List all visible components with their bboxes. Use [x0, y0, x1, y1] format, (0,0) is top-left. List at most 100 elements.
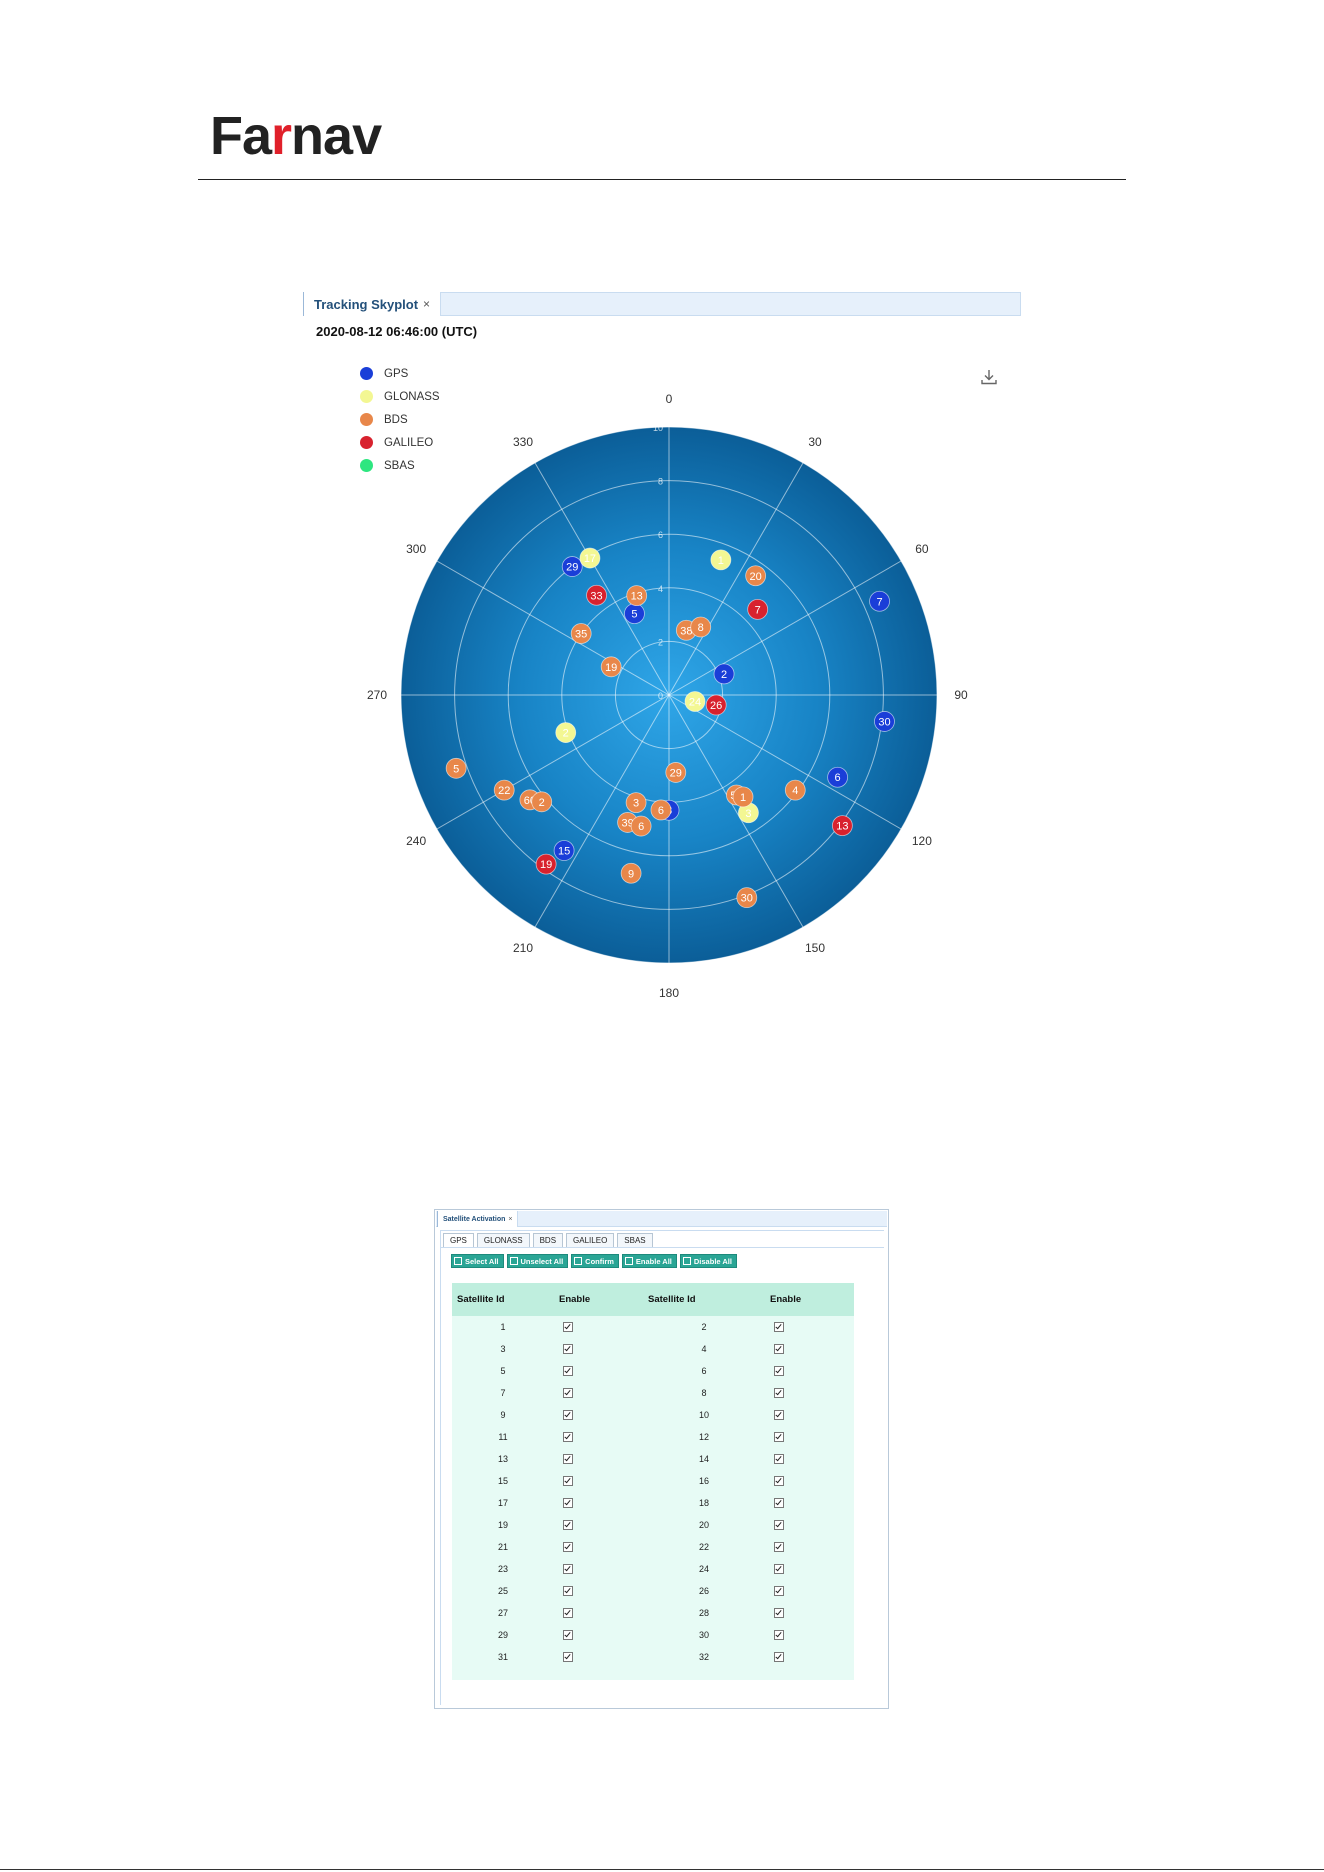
- button-icon: [509, 1257, 518, 1265]
- satellite-bds[interactable]: 1: [732, 786, 754, 808]
- satellite-bds[interactable]: 29: [665, 762, 687, 783]
- enable-checkbox[interactable]: [774, 1432, 784, 1443]
- table-row: 78: [452, 1382, 854, 1404]
- confirm-button[interactable]: Confirm: [571, 1254, 619, 1268]
- satellite-bds[interactable]: 13: [626, 585, 648, 606]
- enable-checkbox[interactable]: [563, 1432, 573, 1443]
- satellite-gps[interactable]: 30: [874, 711, 895, 732]
- enable-checkbox[interactable]: [563, 1520, 573, 1531]
- enable-checkbox[interactable]: [774, 1520, 784, 1531]
- disable-all-button[interactable]: Disable All: [679, 1254, 737, 1268]
- enable-checkbox[interactable]: [563, 1476, 573, 1487]
- satellite-bds[interactable]: 6: [650, 799, 672, 821]
- enable-checkbox[interactable]: [563, 1454, 573, 1465]
- satellite-bds[interactable]: 30: [736, 887, 758, 909]
- enable-checkbox[interactable]: [563, 1586, 573, 1597]
- skyplot-chart: 02468100306090120150180210240270300330 2…: [367, 392, 968, 1000]
- enable-checkbox[interactable]: [774, 1322, 784, 1333]
- enable-checkbox[interactable]: [774, 1586, 784, 1597]
- satellite-id-label: 26: [710, 700, 722, 712]
- satellite-bds[interactable]: 35: [570, 623, 592, 644]
- satellite-gps[interactable]: 5: [624, 603, 645, 624]
- satellite-bds[interactable]: 2: [531, 791, 553, 813]
- satellite-bds[interactable]: 6: [630, 815, 652, 837]
- enable-checkbox[interactable]: [774, 1630, 784, 1641]
- enable-checkbox[interactable]: [563, 1388, 573, 1399]
- enable-checkbox[interactable]: [563, 1564, 573, 1575]
- satellite-bds[interactable]: 19: [600, 656, 622, 678]
- satellite-galileo[interactable]: 33: [586, 584, 607, 606]
- satellite-id-cell: 2: [643, 1316, 765, 1338]
- satellite-id-label: 2: [539, 797, 545, 809]
- enable-checkbox[interactable]: [774, 1366, 784, 1377]
- tab-tracking-skyplot[interactable]: Tracking Skyplot ×: [303, 292, 442, 316]
- enable-checkbox[interactable]: [563, 1652, 573, 1663]
- satellite-id-cell: 26: [643, 1580, 765, 1602]
- satellite-galileo[interactable]: 26: [705, 694, 727, 716]
- enable-checkbox[interactable]: [563, 1322, 573, 1333]
- tab-glonass[interactable]: GLONASS: [476, 1233, 530, 1248]
- enable-checkbox[interactable]: [774, 1542, 784, 1553]
- enable-checkbox[interactable]: [774, 1564, 784, 1575]
- enable-cell: [554, 1360, 643, 1382]
- satellite-bds[interactable]: 22: [493, 779, 515, 801]
- enable-checkbox[interactable]: [774, 1608, 784, 1619]
- close-icon[interactable]: ×: [423, 297, 430, 311]
- select-all-button[interactable]: Select All: [451, 1254, 504, 1268]
- tab-galileo[interactable]: GALILEO: [566, 1233, 615, 1248]
- table-row: 23 24: [452, 1558, 854, 1580]
- satellite-bds[interactable]: 3: [625, 792, 647, 814]
- satellite-id-label: 17: [584, 553, 596, 565]
- satellite-galileo[interactable]: 13: [831, 815, 853, 837]
- satellite-gps[interactable]: 2: [713, 663, 735, 685]
- enable-checkbox[interactable]: [774, 1454, 784, 1465]
- enable-checkbox[interactable]: [774, 1498, 784, 1509]
- enable-checkbox[interactable]: [774, 1652, 784, 1663]
- table-spacer-row: [452, 1668, 854, 1680]
- satellite-galileo[interactable]: 7: [747, 598, 769, 620]
- satellite-gps[interactable]: 15: [553, 840, 575, 861]
- enable-cell: [554, 1316, 643, 1338]
- enable-checkbox[interactable]: [563, 1630, 573, 1641]
- enable-checkbox[interactable]: [774, 1344, 784, 1355]
- satellite-glonass[interactable]: 17: [579, 547, 601, 569]
- satellite-bds[interactable]: 9: [620, 862, 642, 884]
- tabs-divider: [440, 1247, 884, 1248]
- enable-checkbox[interactable]: [774, 1476, 784, 1487]
- enable-checkbox[interactable]: [774, 1410, 784, 1421]
- enable-checkbox[interactable]: [563, 1542, 573, 1553]
- enable-checkbox[interactable]: [774, 1388, 784, 1399]
- table-row: 15 16: [452, 1470, 854, 1492]
- enable-cell: [554, 1382, 643, 1404]
- enable-checkbox[interactable]: [563, 1498, 573, 1509]
- azimuth-tick-label: 300: [406, 542, 426, 556]
- satellite-id-cell: 15: [452, 1470, 554, 1492]
- close-icon[interactable]: ×: [508, 1216, 512, 1223]
- table-row: 12: [452, 1316, 854, 1338]
- enable-checkbox[interactable]: [563, 1410, 573, 1421]
- tab-gps[interactable]: GPS: [443, 1233, 474, 1248]
- satellite-glonass[interactable]: 2: [555, 722, 577, 743]
- satellite-glonass[interactable]: 24: [684, 691, 706, 712]
- satellite-bds[interactable]: 4: [784, 779, 806, 801]
- satellite-bds[interactable]: 8: [690, 616, 712, 638]
- radial-tick-label: 2: [658, 637, 663, 647]
- satellite-gps[interactable]: 7: [869, 590, 890, 612]
- enable-all-button[interactable]: Enable All: [621, 1254, 677, 1268]
- button-icon: [682, 1257, 691, 1265]
- satellite-bds[interactable]: 5: [445, 757, 467, 779]
- satellite-bds[interactable]: 20: [745, 565, 767, 587]
- satellite-gps[interactable]: 6: [827, 766, 849, 788]
- enable-checkbox[interactable]: [563, 1344, 573, 1355]
- tab-bds[interactable]: BDS: [532, 1233, 564, 1248]
- satellite-id-label: 2: [721, 669, 727, 681]
- satellite-glonass[interactable]: 1: [710, 549, 732, 571]
- satellite-galileo[interactable]: 19: [535, 853, 557, 875]
- tab-sbas[interactable]: SBAS: [617, 1233, 653, 1248]
- tab-satellite-activation[interactable]: Satellite Activation ×: [437, 1211, 519, 1227]
- enable-checkbox[interactable]: [563, 1366, 573, 1377]
- unselect-all-button[interactable]: Unselect All: [506, 1254, 569, 1268]
- satellite-gps[interactable]: 29: [561, 556, 583, 577]
- satellite-id-label: 6: [658, 805, 664, 817]
- enable-checkbox[interactable]: [563, 1608, 573, 1619]
